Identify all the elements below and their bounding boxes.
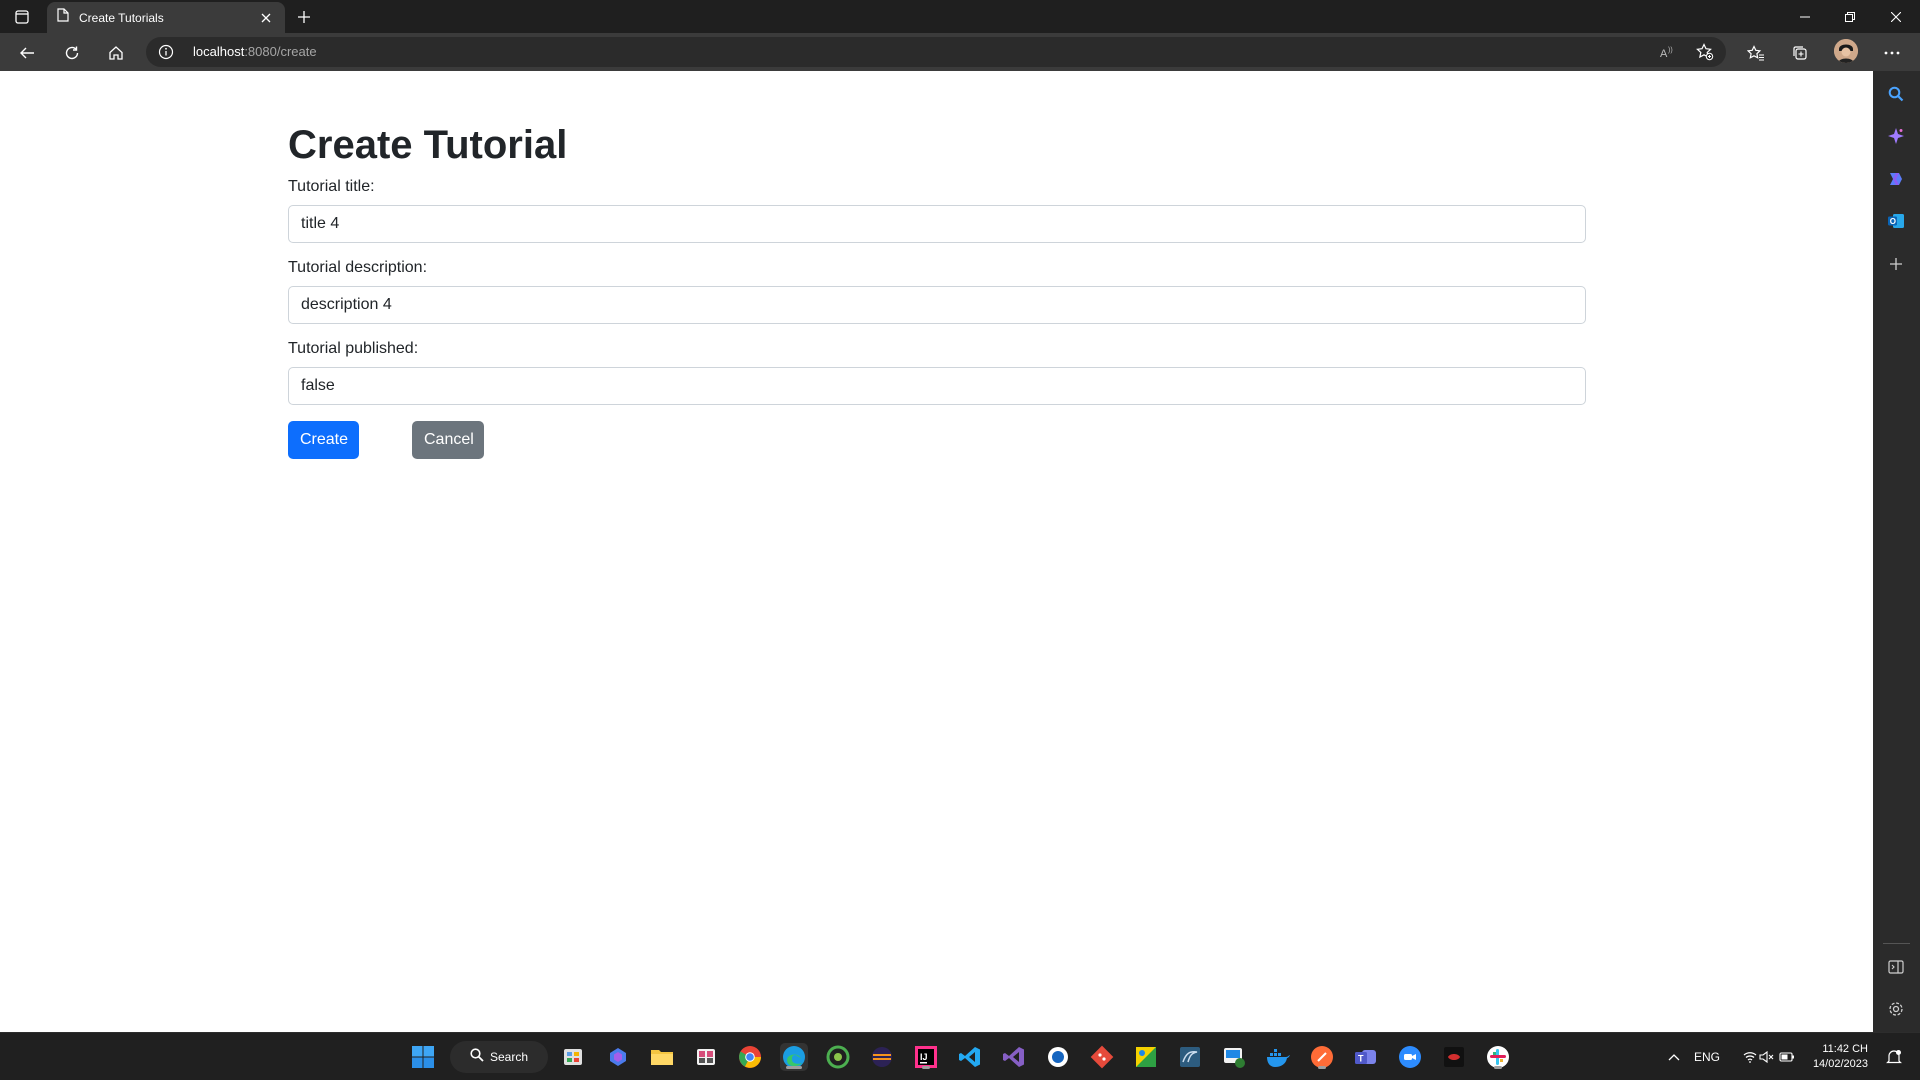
title-label: Tutorial title:: [288, 178, 375, 195]
chrome-icon[interactable]: [736, 1043, 764, 1071]
description-group: Tutorial description:: [288, 259, 1586, 324]
mysql-workbench-icon[interactable]: [1176, 1043, 1204, 1071]
edge-icon[interactable]: [780, 1043, 808, 1071]
tray-chevron-icon[interactable]: [1660, 1043, 1688, 1071]
svg-text:O: O: [1890, 217, 1896, 226]
svg-text:)): )): [1668, 47, 1673, 54]
running-indicator: [922, 1066, 930, 1069]
app-colorful-icon[interactable]: [1132, 1043, 1160, 1071]
title-group: Tutorial title:: [288, 178, 1586, 243]
vscode-icon[interactable]: [956, 1043, 984, 1071]
svg-text:T: T: [1358, 1054, 1364, 1064]
taskbar-clock[interactable]: 11:42 CH 14/02/2023: [1808, 1042, 1868, 1072]
browser-tab[interactable]: Create Tutorials: [47, 2, 285, 33]
page-content: Create Tutorial Tutorial title: Tutorial…: [0, 71, 1873, 1032]
info-icon[interactable]: [158, 44, 174, 60]
sidebar-add-icon[interactable]: [1885, 253, 1907, 275]
browser-toolbar: localhost:8080/create A)): [0, 33, 1920, 71]
app-grid-icon[interactable]: [692, 1043, 720, 1071]
home-icon[interactable]: [102, 39, 130, 67]
slack-icon[interactable]: [1484, 1043, 1512, 1071]
sidebar-divider: [1883, 943, 1910, 944]
title-input[interactable]: [288, 205, 1586, 243]
intellij-icon[interactable]: IJ: [912, 1043, 940, 1071]
task-view-icon[interactable]: [559, 1043, 587, 1071]
taskbar-search-label: Search: [490, 1050, 529, 1064]
tab-title: Create Tutorials: [79, 10, 164, 25]
git-icon[interactable]: [1088, 1043, 1116, 1071]
taskbar-search[interactable]: Search: [450, 1041, 548, 1073]
sidebar-panel-icon[interactable]: [1885, 956, 1907, 978]
notification-icon[interactable]: [1880, 1043, 1908, 1071]
sidebar-sparkle-icon[interactable]: [1885, 125, 1907, 147]
page-title: Create Tutorial: [288, 123, 568, 167]
svg-text:A: A: [1660, 48, 1668, 59]
description-label: Tutorial description:: [288, 259, 428, 276]
restore-icon[interactable]: [1828, 0, 1872, 33]
docker-icon[interactable]: [1264, 1043, 1292, 1071]
zoom-icon[interactable]: [1396, 1043, 1424, 1071]
url-host: localhost: [193, 44, 245, 59]
url-text[interactable]: localhost:8080/create: [193, 44, 317, 59]
edge-sidebar: O: [1873, 71, 1920, 1032]
address-bar[interactable]: localhost:8080/create A)): [146, 37, 1726, 67]
running-indicator: [1318, 1066, 1326, 1069]
page-icon: [57, 8, 69, 27]
sidebar-settings-icon[interactable]: [1885, 998, 1907, 1020]
clock-date: 14/02/2023: [1812, 1058, 1868, 1070]
favorites-icon[interactable]: [1742, 39, 1770, 67]
published-label: Tutorial published:: [288, 340, 419, 357]
new-tab-icon[interactable]: [292, 5, 316, 29]
copilot-taskbar-icon[interactable]: [604, 1043, 632, 1071]
visual-studio-icon[interactable]: [1000, 1043, 1028, 1071]
close-window-icon[interactable]: [1874, 0, 1918, 33]
green-app-icon[interactable]: [824, 1043, 852, 1071]
browser-titlebar: Create Tutorials: [0, 0, 1920, 33]
teams-icon[interactable]: T: [1352, 1043, 1380, 1071]
create-button[interactable]: Create: [288, 421, 359, 459]
description-input[interactable]: [288, 286, 1586, 324]
published-group: Tutorial published:: [288, 340, 1586, 405]
app-screen-icon[interactable]: [1220, 1043, 1248, 1071]
more-icon[interactable]: [1878, 39, 1906, 67]
running-indicator: [1494, 1066, 1502, 1069]
minimize-icon[interactable]: [1783, 0, 1827, 33]
windows-taskbar: Search IJ T ENG 11:42 CH 14/02/2023: [0, 1032, 1920, 1080]
sidebar-search-icon[interactable]: [1885, 83, 1907, 105]
sidebar-outlook-icon[interactable]: O: [1885, 210, 1907, 232]
form-container: Create Tutorial Tutorial title: Tutorial…: [288, 121, 1586, 459]
tab-actions-icon[interactable]: [10, 5, 34, 29]
cancel-button[interactable]: Cancel: [412, 421, 484, 459]
svg-text:IJ: IJ: [920, 1052, 928, 1062]
back-icon[interactable]: [13, 39, 41, 67]
battery-icon[interactable]: [1773, 1043, 1801, 1071]
clock-time: 11:42 CH: [1822, 1043, 1868, 1055]
read-aloud-icon[interactable]: A)): [1654, 38, 1682, 66]
tab-close-icon[interactable]: [257, 9, 275, 27]
postman-icon[interactable]: [1308, 1043, 1336, 1071]
file-explorer-icon[interactable]: [648, 1043, 676, 1071]
button-row: Create Cancel: [288, 421, 1586, 459]
taskbar-search-icon: [470, 1047, 484, 1067]
app-round-icon[interactable]: [1044, 1043, 1072, 1071]
active-indicator: [786, 1066, 802, 1069]
add-favorite-icon[interactable]: [1691, 38, 1719, 66]
eclipse-icon[interactable]: [868, 1043, 896, 1071]
collections-icon[interactable]: [1786, 39, 1814, 67]
start-icon[interactable]: [409, 1043, 437, 1071]
published-input[interactable]: [288, 367, 1586, 405]
language-indicator[interactable]: ENG: [1694, 1050, 1720, 1064]
url-path: :8080/create: [244, 44, 317, 59]
app-dark-icon[interactable]: [1440, 1043, 1468, 1071]
profile-avatar[interactable]: [1834, 39, 1858, 63]
sidebar-copilot-icon[interactable]: [1885, 168, 1907, 190]
refresh-icon[interactable]: [58, 39, 86, 67]
